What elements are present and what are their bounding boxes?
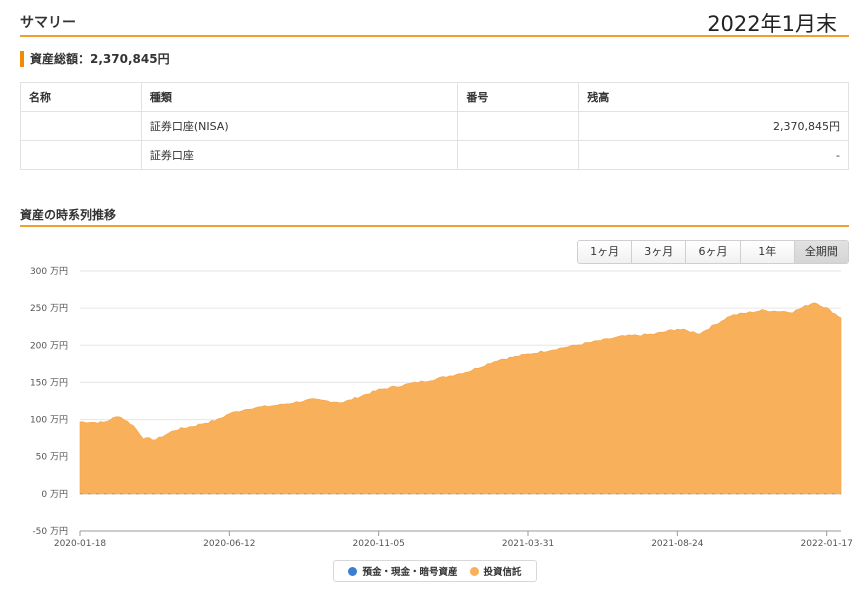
column-header-number: 番号	[457, 82, 580, 112]
assets-table: 名称 種類 番号 残高 証券口座(NISA) 2,370,845円 証券口座 -	[20, 82, 849, 170]
legend-label-deposits: 預金・現金・暗号資産	[362, 567, 458, 578]
asset-trend-chart: 300 万円 250 万円 200 万円 150 万円 100 万円 50 万円 0 万円 -…	[30, 266, 853, 549]
y-tick-label: 150 万円	[30, 377, 68, 388]
legend-item-deposits[interactable]: 預金・現金・暗号資産	[348, 564, 458, 578]
range-selector: 1ヶ月 3ヶ月 6ヶ月 1年 全期間	[577, 240, 849, 264]
x-tick-label: 2020-01-18	[54, 539, 107, 549]
y-tick-label: 200 万円	[30, 340, 68, 351]
range-button-all-time[interactable]: 全期間	[794, 241, 848, 263]
table-row: 証券口座 -	[20, 140, 849, 170]
cell-balance: 2,370,845円	[578, 111, 849, 141]
table-header-row: 名称 種類 番号 残高	[20, 82, 849, 112]
total-assets: 資産総額：2,370,845円	[20, 51, 170, 67]
column-header-type: 種類	[140, 82, 459, 112]
date-label: 2022年1月末	[707, 12, 837, 36]
y-tick-label: 100 万円	[30, 415, 68, 426]
table-row: 証券口座(NISA) 2,370,845円	[20, 111, 849, 141]
summary-header: サマリー 2022年1月末	[20, 12, 849, 37]
trend-header: 資産の時系列推移	[20, 204, 849, 227]
y-tick-label: 300 万円	[30, 266, 68, 277]
column-header-balance: 残高	[578, 82, 849, 112]
x-tick-label: 2022-01-17	[801, 539, 853, 549]
legend-dot-deposits	[348, 566, 358, 576]
legend-label-funds: 投資信託	[483, 567, 522, 578]
summary-title: サマリー	[20, 15, 76, 31]
cell-type: 証券口座	[140, 140, 459, 170]
chart-legend: 預金・現金・暗号資産 投資信託	[333, 560, 537, 582]
series-area-funds	[79, 302, 842, 495]
range-button-6-months[interactable]: 6ヶ月	[686, 241, 741, 263]
cell-number	[457, 140, 580, 170]
cell-balance: -	[578, 140, 849, 170]
range-button-3-months[interactable]: 3ヶ月	[632, 241, 687, 263]
range-button-1-year[interactable]: 1年	[740, 241, 795, 263]
trend-title: 資産の時系列推移	[20, 208, 117, 222]
y-tick-label: 0 万円	[41, 489, 68, 500]
legend-dot-funds	[469, 566, 479, 576]
y-tick-label: -50 万円	[32, 526, 68, 537]
x-tick-label: 2021-08-24	[651, 539, 704, 549]
cell-name	[20, 140, 142, 170]
x-tick-label: 2021-03-31	[502, 539, 554, 549]
y-tick-label: 250 万円	[30, 303, 68, 314]
cell-type: 証券口座(NISA)	[140, 111, 459, 141]
legend-item-funds[interactable]: 投資信託	[469, 564, 522, 578]
column-header-name: 名称	[20, 82, 142, 112]
x-tick-label: 2020-06-12	[203, 539, 255, 549]
y-tick-label: 50 万円	[36, 452, 68, 463]
cell-number	[457, 111, 580, 141]
range-button-1-month[interactable]: 1ヶ月	[578, 241, 633, 263]
cell-name	[20, 111, 142, 141]
x-tick-label: 2020-11-05	[353, 539, 405, 549]
